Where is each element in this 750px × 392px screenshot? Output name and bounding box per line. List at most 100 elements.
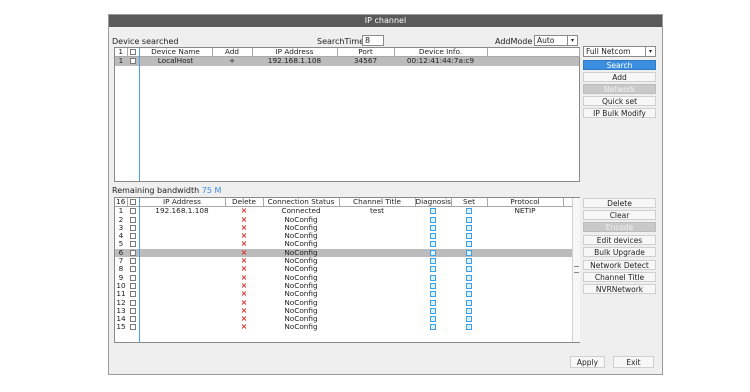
row-checkbox[interactable] bbox=[130, 58, 136, 65]
diagnosis-icon[interactable] bbox=[430, 241, 436, 248]
delete-x-icon[interactable]: × bbox=[241, 265, 248, 273]
quick-set-button[interactable]: Quick set bbox=[583, 96, 656, 106]
row-checkbox[interactable] bbox=[130, 307, 136, 314]
set-icon[interactable] bbox=[466, 291, 472, 298]
row-checkbox[interactable] bbox=[130, 324, 136, 331]
table-row[interactable]: 4 × NoConfig bbox=[115, 232, 573, 240]
set-icon[interactable] bbox=[466, 258, 472, 265]
ip-bulk-modify-button[interactable]: IP Bulk Modify bbox=[583, 108, 656, 118]
table-row[interactable]: 1 192.168.1.108 × Connected test NETIP bbox=[115, 207, 573, 216]
diagnosis-icon[interactable] bbox=[430, 299, 436, 306]
delete-channel-icon[interactable]: × bbox=[225, 299, 263, 307]
diagnosis-icon[interactable] bbox=[430, 282, 436, 289]
protocol-select[interactable]: Full Netcom ▾ bbox=[583, 46, 656, 57]
diagnosis-icon[interactable] bbox=[430, 258, 436, 265]
set-icon[interactable] bbox=[466, 224, 472, 231]
row-checkbox[interactable] bbox=[130, 233, 136, 240]
set-icon[interactable] bbox=[466, 299, 472, 306]
add-mode-select[interactable]: Auto ▾ bbox=[534, 35, 578, 46]
table-row[interactable]: 7 × NoConfig bbox=[115, 257, 573, 265]
set-icon[interactable] bbox=[466, 233, 472, 240]
network-detect-button[interactable]: Network Detect bbox=[583, 260, 656, 270]
delete-x-icon[interactable]: × bbox=[241, 299, 248, 307]
clear-button[interactable]: Clear bbox=[583, 210, 656, 220]
delete-x-icon[interactable]: × bbox=[241, 216, 248, 224]
diagnosis-icon[interactable] bbox=[430, 307, 436, 314]
row-checkbox[interactable] bbox=[130, 291, 136, 298]
search-time-input[interactable]: 8 bbox=[362, 35, 384, 46]
row-checkbox[interactable] bbox=[130, 282, 136, 289]
table-row[interactable]: 2 × NoConfig bbox=[115, 216, 573, 224]
table-row[interactable]: 11 × NoConfig bbox=[115, 290, 573, 298]
table-row[interactable]: 15 × NoConfig bbox=[115, 323, 573, 331]
add-button[interactable]: Add bbox=[583, 72, 656, 82]
delete-channel-icon[interactable]: × bbox=[225, 240, 263, 248]
delete-channel-icon[interactable]: × bbox=[225, 307, 263, 315]
row-checkbox[interactable] bbox=[130, 266, 136, 273]
delete-channel-icon[interactable]: × bbox=[225, 265, 263, 273]
set-icon[interactable] bbox=[466, 316, 472, 323]
channel-table-scrollbar[interactable] bbox=[572, 198, 580, 342]
set-icon[interactable] bbox=[466, 307, 472, 314]
delete-channel-icon[interactable]: × bbox=[225, 224, 263, 232]
row-checkbox[interactable] bbox=[130, 316, 136, 323]
scrollbar-grip[interactable] bbox=[574, 266, 579, 273]
table-row[interactable]: 9 × NoConfig bbox=[115, 274, 573, 282]
bulk-upgrade-button[interactable]: Bulk Upgrade bbox=[583, 247, 656, 257]
row-checkbox[interactable] bbox=[130, 274, 136, 281]
delete-x-icon[interactable]: × bbox=[241, 315, 248, 323]
set-icon[interactable] bbox=[466, 249, 472, 256]
diagnosis-icon[interactable] bbox=[430, 274, 436, 281]
apply-button[interactable]: Apply bbox=[570, 356, 605, 368]
table-row[interactable]: 3 × NoConfig bbox=[115, 224, 573, 232]
network-button[interactable]: Network bbox=[583, 84, 656, 94]
diagnosis-icon[interactable] bbox=[430, 324, 436, 331]
diagnosis-icon[interactable] bbox=[430, 316, 436, 323]
table-row[interactable]: 13 × NoConfig bbox=[115, 307, 573, 315]
delete-channel-icon[interactable]: × bbox=[225, 232, 263, 240]
table-row[interactable]: 12 × NoConfig bbox=[115, 299, 573, 307]
set-icon[interactable] bbox=[466, 241, 472, 248]
channel-title-button[interactable]: Channel Title bbox=[583, 272, 656, 282]
diagnosis-icon[interactable] bbox=[430, 216, 436, 223]
delete-x-icon[interactable]: × bbox=[241, 282, 248, 290]
table-row[interactable]: 10 × NoConfig bbox=[115, 282, 573, 290]
delete-x-icon[interactable]: × bbox=[241, 249, 248, 257]
delete-x-icon[interactable]: × bbox=[241, 290, 248, 298]
exit-button[interactable]: Exit bbox=[613, 356, 654, 368]
delete-channel-icon[interactable]: × bbox=[225, 207, 263, 216]
diagnosis-icon[interactable] bbox=[430, 208, 436, 215]
diagnosis-icon[interactable] bbox=[430, 224, 436, 231]
delete-channel-icon[interactable]: × bbox=[225, 323, 263, 331]
delete-channel-icon[interactable]: × bbox=[225, 274, 263, 282]
set-icon[interactable] bbox=[466, 266, 472, 273]
table-row[interactable]: 1 LocalHost + 192.168.1.108 34567 00:12:… bbox=[115, 56, 579, 66]
set-icon[interactable] bbox=[466, 282, 472, 289]
delete-channel-icon[interactable]: × bbox=[225, 248, 263, 258]
row-checkbox[interactable] bbox=[130, 208, 136, 215]
set-icon[interactable] bbox=[466, 216, 472, 223]
diagnosis-icon[interactable] bbox=[430, 249, 436, 256]
row-checkbox[interactable] bbox=[130, 216, 136, 223]
row-checkbox[interactable] bbox=[130, 249, 136, 256]
set-icon[interactable] bbox=[466, 324, 472, 331]
diagnosis-icon[interactable] bbox=[430, 291, 436, 298]
table-row[interactable]: 14 × NoConfig bbox=[115, 315, 573, 323]
delete-x-icon[interactable]: × bbox=[241, 323, 248, 331]
delete-channel-icon[interactable]: × bbox=[225, 257, 263, 265]
set-icon[interactable] bbox=[466, 274, 472, 281]
row-checkbox[interactable] bbox=[130, 224, 136, 231]
delete-x-icon[interactable]: × bbox=[241, 274, 248, 282]
table-row[interactable]: 5 × NoConfig bbox=[115, 240, 573, 248]
table-row[interactable]: 6 × NoConfig bbox=[115, 248, 573, 258]
set-icon[interactable] bbox=[466, 208, 472, 215]
delete-x-icon[interactable]: × bbox=[241, 224, 248, 232]
row-checkbox[interactable] bbox=[130, 299, 136, 306]
delete-channel-icon[interactable]: × bbox=[225, 216, 263, 224]
row-checkbox[interactable] bbox=[130, 258, 136, 265]
delete-channel-icon[interactable]: × bbox=[225, 282, 263, 290]
delete-x-icon[interactable]: × bbox=[241, 207, 248, 216]
delete-channel-icon[interactable]: × bbox=[225, 315, 263, 323]
edit-devices-button[interactable]: Edit devices bbox=[583, 235, 656, 245]
diagnosis-icon[interactable] bbox=[430, 233, 436, 240]
